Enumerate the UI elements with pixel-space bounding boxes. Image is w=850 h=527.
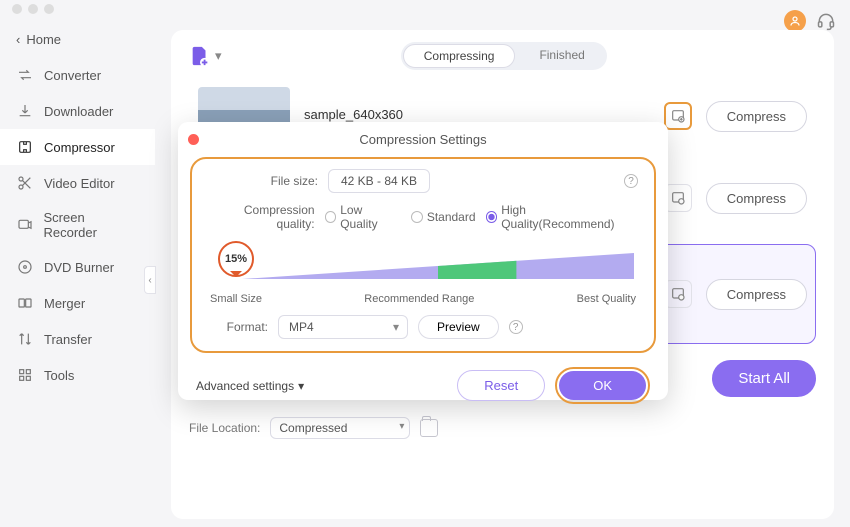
chevron-down-icon: ▾ [298,379,304,393]
traffic-min[interactable] [28,4,38,14]
file-size-range[interactable]: 42 KB - 84 KB [328,169,430,193]
sidebar-item-label: Converter [44,68,101,83]
compress-button[interactable]: Compress [706,183,807,214]
file-size-label: File size: [208,174,318,188]
help-icon[interactable]: ? [624,174,638,188]
tab-segment: Compressing Finished [401,42,607,70]
radio-label: High Quality(Recommend) [501,203,638,231]
close-icon[interactable] [188,134,199,145]
sidebar-item-compressor[interactable]: Compressor [0,129,155,165]
window-titlebar [0,0,850,18]
chevron-down-icon: ▾ [215,48,222,64]
radio-high-quality[interactable]: High Quality(Recommend) [486,203,638,231]
traffic-close[interactable] [12,4,22,14]
sidebar-item-label: Downloader [44,104,113,119]
radio-standard-quality[interactable]: Standard [411,210,476,224]
file-name: sample_640x360 [304,107,650,122]
scissors-icon [16,174,34,192]
settings-button[interactable] [664,102,692,130]
help-icon[interactable]: ? [509,320,523,334]
back-home[interactable]: ‹ Home [0,26,155,57]
sidebar-item-converter[interactable]: Converter [0,57,155,93]
sidebar: ‹ Home Converter Downloader Compressor V… [0,18,155,527]
compress-button[interactable]: Compress [706,279,807,310]
format-select[interactable]: MP4 [278,315,408,339]
radio-label: Low Quality [340,203,401,231]
sidebar-item-video-editor[interactable]: Video Editor [0,165,155,201]
record-icon [16,216,33,234]
sidebar-item-downloader[interactable]: Downloader [0,93,155,129]
download-icon [16,102,34,120]
traffic-max[interactable] [44,4,54,14]
sidebar-item-screen-recorder[interactable]: Screen Recorder [0,201,155,249]
sidebar-item-label: Tools [44,368,74,383]
sidebar-item-tools[interactable]: Tools [0,357,155,393]
slider-handle[interactable]: 15% [218,241,254,277]
file-location-label: File Location: [189,421,260,435]
sidebar-item-merger[interactable]: Merger [0,285,155,321]
sidebar-item-label: Compressor [44,140,115,155]
transfer-icon [16,330,34,348]
ok-button[interactable]: OK [559,371,646,400]
compression-settings-modal: Compression Settings File size: 42 KB - … [178,122,668,400]
advanced-settings-toggle[interactable]: Advanced settings ▾ [196,379,304,393]
slider-value: 15% [225,253,247,265]
compression-quality-label: Compression quality: [208,203,315,231]
start-all-button[interactable]: Start All [712,360,816,397]
sidebar-item-label: Video Editor [44,176,115,191]
ok-highlight: OK [555,367,650,404]
advanced-label: Advanced settings [196,379,294,393]
compression-slider[interactable]: 15% [212,241,634,291]
converter-icon [16,66,34,84]
radio-label: Standard [427,210,476,224]
sidebar-item-label: Transfer [44,332,92,347]
slider-label-small: Small Size [210,293,262,305]
format-label: Format: [208,320,268,334]
sidebar-item-dvd-burner[interactable]: DVD Burner [0,249,155,285]
tab-finished[interactable]: Finished [517,42,606,70]
compress-button[interactable]: Compress [706,101,807,132]
back-label: Home [26,32,61,47]
reset-button[interactable]: Reset [457,370,545,401]
add-file-button[interactable]: ▾ [189,45,222,67]
sidebar-item-label: Merger [44,296,85,311]
preview-button[interactable]: Preview [418,315,499,339]
sidebar-item-label: DVD Burner [44,260,114,275]
slider-track [242,253,634,279]
slider-label-best: Best Quality [577,293,636,305]
disc-icon [16,258,34,276]
merge-icon [16,294,34,312]
sidebar-item-label: Screen Recorder [43,210,139,240]
folder-icon[interactable] [420,419,438,437]
grid-icon [16,366,34,384]
chevron-left-icon: ‹ [16,32,20,47]
file-location-select[interactable]: Compressed [270,417,410,439]
slider-label-rec: Recommended Range [364,293,474,305]
radio-low-quality[interactable]: Low Quality [325,203,401,231]
modal-title: Compression Settings [359,132,486,147]
compressor-icon [16,138,34,156]
tab-compressing[interactable]: Compressing [403,44,516,68]
sidebar-item-transfer[interactable]: Transfer [0,321,155,357]
